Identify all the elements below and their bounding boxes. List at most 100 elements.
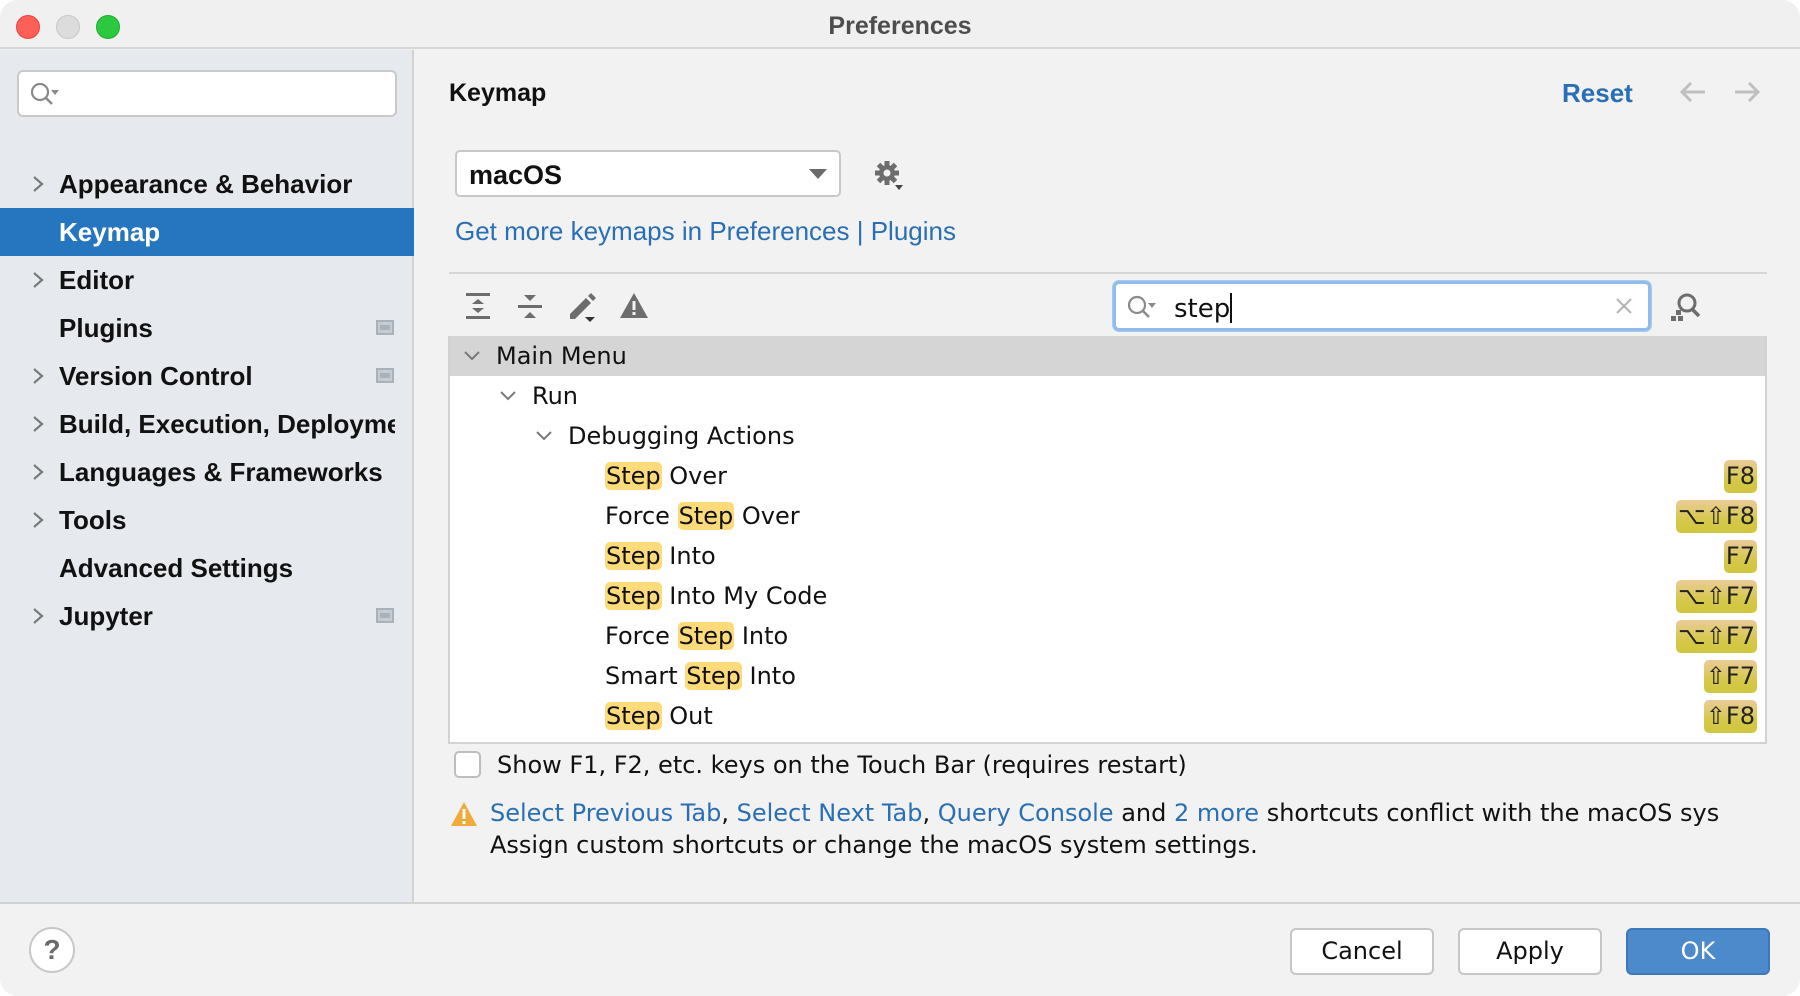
sidebar-item-label: Advanced Settings: [59, 552, 294, 583]
search-match-highlight: Step: [685, 662, 742, 690]
sidebar-item-label: Languages & Frameworks: [59, 456, 383, 487]
sidebar-item-version-control[interactable]: Version Control: [0, 352, 414, 400]
conflict-link-select-previous-tab[interactable]: Select Previous Tab: [490, 799, 721, 827]
collapse-all-icon[interactable]: [514, 290, 546, 322]
touchbar-checkbox[interactable]: [454, 751, 481, 778]
conflict-link-query-console[interactable]: Query Console: [938, 799, 1114, 827]
shortcut-badge: ⌥⇧F8: [1676, 500, 1757, 533]
chevron-down-icon[interactable]: [534, 427, 554, 445]
gear-icon[interactable]: [872, 158, 906, 192]
settings-search-input[interactable]: [17, 70, 397, 117]
sidebar-item-appearance-behavior[interactable]: Appearance & Behavior: [0, 160, 414, 208]
sidebar-item-editor[interactable]: Editor: [0, 256, 414, 304]
search-match-highlight: Step: [605, 582, 662, 610]
tree-action-row[interactable]: Step Over F8: [450, 456, 1765, 496]
reset-button[interactable]: Reset: [1562, 78, 1633, 109]
chevron-down-icon[interactable]: [462, 347, 482, 365]
shortcut-badge: ⇧F7: [1703, 660, 1757, 693]
tree-group-label: Run: [532, 382, 579, 410]
sidebar-item-keymap[interactable]: Keymap: [0, 208, 414, 256]
tree-action-row[interactable]: Step Out ⇧F8: [450, 696, 1765, 736]
action-label: Force Step Into: [605, 622, 789, 650]
cancel-button[interactable]: Cancel: [1290, 928, 1434, 975]
tree-group-run[interactable]: Run: [450, 376, 1765, 416]
tree-group-label: Debugging Actions: [568, 422, 795, 450]
text-cursor: [1230, 293, 1233, 323]
chevron-right-icon[interactable]: [28, 462, 48, 482]
sidebar-item-label: Keymap: [59, 216, 161, 247]
sidebar-item-label: Appearance & Behavior: [59, 168, 353, 199]
conflict-warning-line2: Assign custom shortcuts or change the ma…: [490, 831, 1258, 859]
tree-action-row[interactable]: Force Step Into ⌥⇧F7: [450, 616, 1765, 656]
chevron-right-icon[interactable]: [28, 510, 48, 530]
shortcut-badge: ⌥⇧F7: [1676, 580, 1757, 613]
touchbar-checkbox-label[interactable]: Show F1, F2, etc. keys on the Touch Bar …: [497, 751, 1187, 779]
action-label: Step Over: [605, 462, 728, 490]
sidebar-item-label: Plugins: [59, 312, 153, 343]
conflict-link-more[interactable]: 2 more: [1174, 799, 1259, 827]
find-by-shortcut-icon[interactable]: [1669, 290, 1703, 324]
action-label: Step Into My Code: [605, 582, 828, 610]
edit-shortcut-icon[interactable]: [566, 290, 598, 322]
warning-icon: [451, 802, 477, 826]
search-match-highlight: Step: [677, 502, 735, 530]
shortcut-badge: ⇧F8: [1703, 700, 1757, 733]
search-icon: [1127, 295, 1156, 318]
search-match-highlight: Step: [605, 542, 662, 570]
sidebar-item-jupyter[interactable]: Jupyter: [0, 592, 414, 640]
sidebar-item-label: Editor: [59, 264, 135, 295]
conflict-link-select-next-tab[interactable]: Select Next Tab: [737, 799, 923, 827]
preferences-window: Preferences Appearance & Behavior Keymap…: [0, 0, 1800, 996]
keymap-filter-input[interactable]: step: [1113, 281, 1651, 331]
search-match-highlight: Step: [605, 462, 662, 490]
page-title: Keymap: [449, 79, 547, 107]
chevron-down-icon[interactable]: [498, 387, 518, 405]
back-arrow-icon[interactable]: [1678, 80, 1708, 104]
tree-action-row[interactable]: Step Into F7: [450, 536, 1765, 576]
expand-all-icon[interactable]: [462, 290, 494, 322]
keymap-select-value: macOS: [469, 160, 563, 190]
settings-nav: Appearance & Behavior Keymap Editor Plug…: [0, 160, 414, 640]
chevron-right-icon[interactable]: [28, 366, 48, 386]
tree-action-row[interactable]: Step Into My Code ⌥⇧F7: [450, 576, 1765, 616]
shortcut-badge: F8: [1723, 460, 1757, 493]
sidebar-item-label: Tools: [59, 504, 127, 535]
conflict-warning-line1: Select Previous Tab, Select Next Tab, Qu…: [490, 799, 1720, 827]
shortcut-badge: F7: [1723, 540, 1757, 573]
chevron-down-icon: [809, 169, 827, 179]
search-icon: [30, 82, 59, 105]
search-match-highlight: Step: [677, 622, 735, 650]
settings-sidebar: Appearance & Behavior Keymap Editor Plug…: [0, 50, 414, 902]
sidebar-item-label: Jupyter: [59, 600, 153, 631]
sidebar-item-label: Version Control: [59, 360, 253, 391]
apply-button[interactable]: Apply: [1458, 928, 1602, 975]
sidebar-item-languages-frameworks[interactable]: Languages & Frameworks: [0, 448, 414, 496]
tree-group-debugging-actions[interactable]: Debugging Actions: [450, 416, 1765, 456]
conflicts-warning-icon[interactable]: [618, 290, 650, 322]
tree-action-row[interactable]: Smart Step Into ⇧F7: [450, 656, 1765, 696]
clear-icon[interactable]: [1612, 294, 1636, 318]
tree-group-main-menu[interactable]: Main Menu: [450, 336, 1765, 376]
project-level-settings-icon: [376, 368, 394, 383]
keymap-panel: Keymap Reset macOS Get more keymaps in P…: [416, 50, 1800, 902]
tree-group-label: Main Menu: [496, 342, 627, 370]
help-button[interactable]: ?: [29, 927, 75, 973]
sidebar-item-tools[interactable]: Tools: [0, 496, 414, 544]
chevron-right-icon[interactable]: [28, 606, 48, 626]
ok-button[interactable]: OK: [1626, 928, 1770, 975]
title-bar: Preferences: [0, 0, 1800, 49]
actions-tree[interactable]: Main Menu Run Debugging Actions Step Ove…: [448, 336, 1767, 744]
chevron-right-icon[interactable]: [28, 174, 48, 194]
sidebar-item-build-execution-deployment[interactable]: Build, Execution, Deployment: [0, 400, 414, 448]
window-title: Preferences: [828, 12, 972, 40]
keymap-select[interactable]: macOS: [455, 150, 841, 197]
tree-action-row[interactable]: Force Step Over ⌥⇧F8: [450, 496, 1765, 536]
sidebar-item-advanced-settings[interactable]: Advanced Settings: [0, 544, 414, 592]
chevron-right-icon[interactable]: [28, 270, 48, 290]
get-more-keymaps-link[interactable]: Get more keymaps in Preferences | Plugin…: [455, 216, 956, 247]
sidebar-item-plugins[interactable]: Plugins: [0, 304, 414, 352]
chevron-right-icon[interactable]: [28, 414, 48, 434]
action-label: Force Step Over: [605, 502, 800, 530]
forward-arrow-icon[interactable]: [1732, 80, 1762, 104]
search-match-highlight: Step: [605, 702, 662, 730]
